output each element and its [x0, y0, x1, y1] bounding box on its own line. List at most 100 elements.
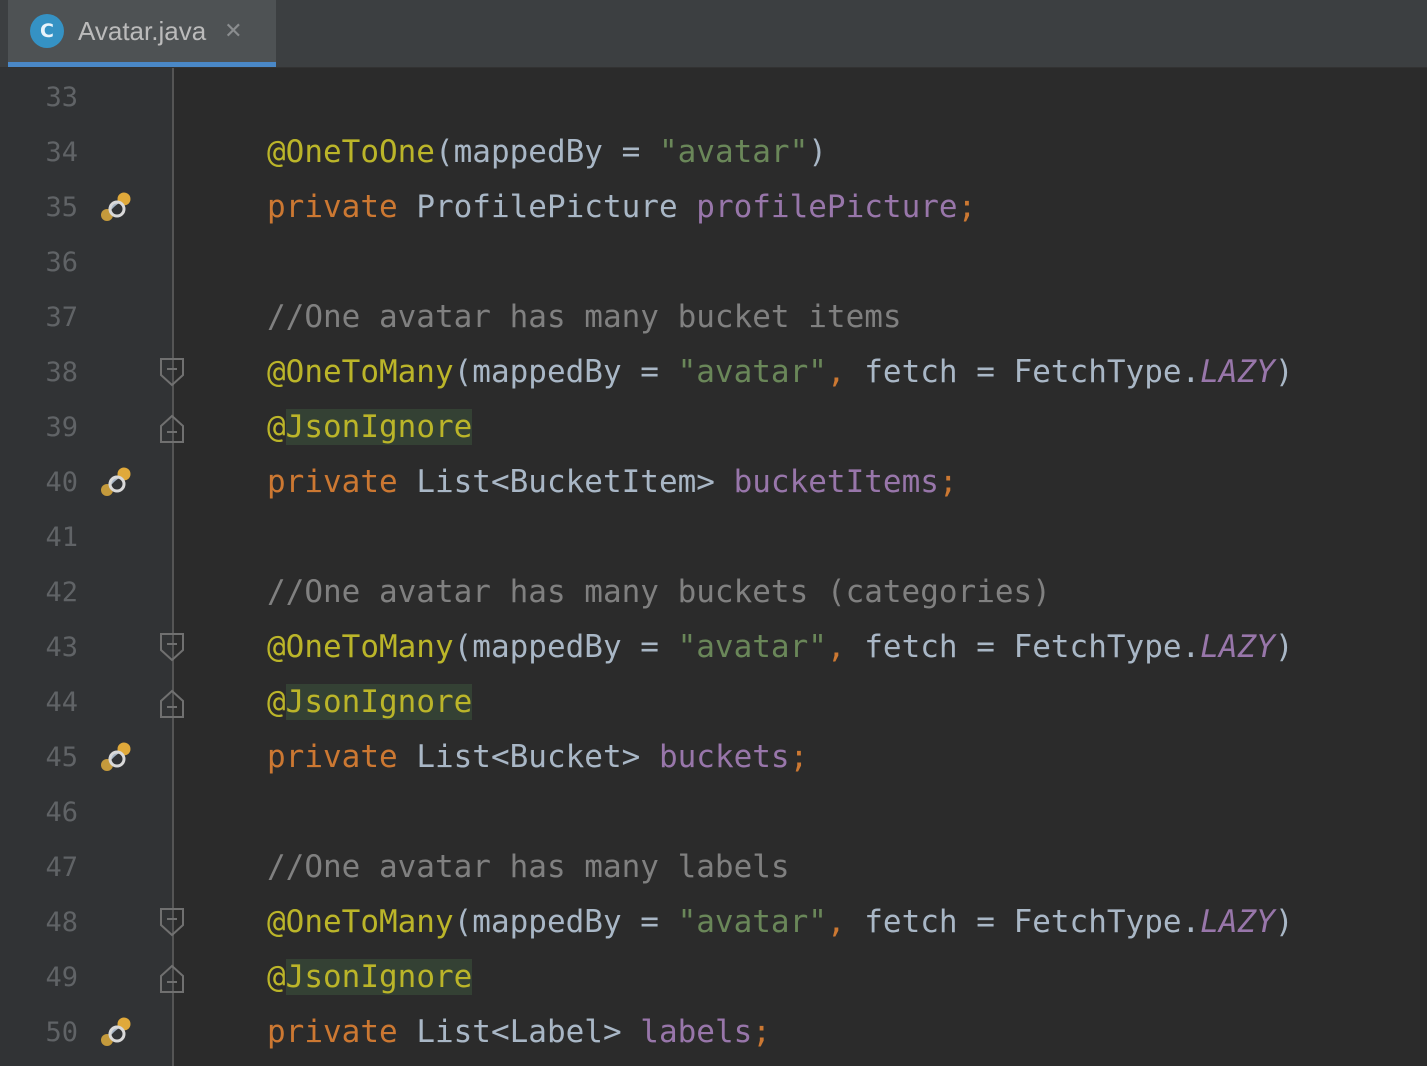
type-token: List<Bucket>: [397, 739, 659, 775]
close-icon[interactable]: ✕: [224, 19, 242, 44]
code-line[interactable]: 47 //One avatar has many labels: [0, 840, 1427, 895]
keyword-token: private: [267, 739, 398, 775]
fold-start-icon[interactable]: [158, 345, 186, 400]
editor-tab-bar: C Avatar.java ✕: [0, 0, 1427, 68]
field-token: bucketItems: [733, 464, 939, 500]
string-token: "avatar": [677, 904, 827, 940]
type-token: ProfilePicture: [397, 189, 697, 225]
annotation-token-highlighted: JsonIgnore: [285, 409, 473, 445]
relation-icon[interactable]: [100, 1005, 136, 1060]
constant-token: LAZY: [1200, 629, 1275, 665]
punctuation-token: ,: [826, 629, 846, 665]
code-editor[interactable]: 33 34 @OneToOne(mappedBy = "avatar") 35 priv…: [0, 68, 1427, 1066]
comment-token: //One avatar has many labels: [267, 849, 790, 885]
code-line[interactable]: 41: [0, 510, 1427, 565]
code-line[interactable]: 37 //One avatar has many bucket items: [0, 290, 1427, 345]
punctuation-token: ;: [789, 739, 809, 775]
line-number: 42: [45, 577, 78, 608]
code-line[interactable]: 39 @JsonIgnore: [0, 400, 1427, 455]
punctuation-token: ): [1274, 354, 1294, 390]
plain-token: (mappedBy =: [453, 629, 678, 665]
line-number: 48: [45, 907, 78, 938]
line-number: 36: [45, 247, 78, 278]
annotation-token: @: [267, 959, 286, 995]
line-number: 40: [45, 467, 78, 498]
code-line[interactable]: 40 private List<BucketItem> bucketItems;: [0, 455, 1427, 510]
string-token: "avatar": [677, 354, 827, 390]
relation-icon[interactable]: [100, 180, 136, 235]
punctuation-token: ,: [826, 354, 846, 390]
code-line[interactable]: 48 @OneToMany(mappedBy = "avatar", fetch …: [0, 895, 1427, 950]
fold-start-icon[interactable]: [158, 895, 186, 950]
plain-token: (mappedBy =: [434, 134, 659, 170]
relation-icon[interactable]: [100, 455, 136, 510]
code-line[interactable]: 50 private List<Label> labels;: [0, 1005, 1427, 1060]
code-line[interactable]: 43 @OneToMany(mappedBy = "avatar", fetch …: [0, 620, 1427, 675]
field-token: profilePicture: [696, 189, 958, 225]
code-line[interactable]: 35 private ProfilePicture profilePicture;: [0, 180, 1427, 235]
type-token: List<Label>: [397, 1014, 641, 1050]
punctuation-token: ;: [938, 464, 958, 500]
field-token: buckets: [658, 739, 790, 775]
code-line[interactable]: 44 @JsonIgnore: [0, 675, 1427, 730]
code-text: @OneToMany(mappedBy = "avatar", fetch = …: [267, 345, 1294, 400]
fold-start-icon[interactable]: [158, 620, 186, 675]
code-line[interactable]: 45 private List<Bucket> buckets;: [0, 730, 1427, 785]
annotation-token-highlighted: JsonIgnore: [285, 959, 473, 995]
code-line[interactable]: 36: [0, 235, 1427, 290]
code-line[interactable]: 33: [0, 70, 1427, 125]
line-number: 38: [45, 357, 78, 388]
punctuation-token: ): [808, 134, 827, 170]
line-number: 43: [45, 632, 78, 663]
field-token: labels: [640, 1014, 753, 1050]
line-number: 50: [45, 1017, 78, 1048]
punctuation-token: ,: [826, 904, 846, 940]
annotation-token: @OneToMany: [267, 629, 454, 665]
line-number: 37: [45, 302, 78, 333]
plain-token: fetch = FetchType.: [845, 904, 1201, 940]
line-number: 49: [45, 962, 78, 993]
code-text: //One avatar has many buckets (categorie…: [267, 565, 1051, 620]
fold-end-icon[interactable]: [158, 675, 186, 730]
code-text: private List<BucketItem> bucketItems;: [267, 455, 958, 510]
code-text: @OneToMany(mappedBy = "avatar", fetch = …: [267, 895, 1294, 950]
code-text: @OneToMany(mappedBy = "avatar", fetch = …: [267, 620, 1294, 675]
line-number: 44: [45, 687, 78, 718]
punctuation-token: ): [1274, 629, 1294, 665]
comment-token: //One avatar has many bucket items: [267, 299, 902, 335]
keyword-token: private: [267, 189, 398, 225]
annotation-token: @: [267, 684, 286, 720]
line-number: 45: [45, 742, 78, 773]
code-line[interactable]: 46: [0, 785, 1427, 840]
tab-avatar-java[interactable]: C Avatar.java ✕: [8, 0, 276, 67]
java-class-icon: C: [30, 14, 64, 48]
annotation-token: @OneToMany: [267, 354, 454, 390]
fold-end-icon[interactable]: [158, 400, 186, 455]
annotation-token-highlighted: JsonIgnore: [285, 684, 473, 720]
tab-label: Avatar.java: [78, 15, 207, 46]
relation-icon[interactable]: [100, 730, 136, 785]
line-number: 39: [45, 412, 78, 443]
plain-token: fetch = FetchType.: [845, 354, 1201, 390]
code-line[interactable]: 34 @OneToOne(mappedBy = "avatar"): [0, 125, 1427, 180]
code-text: @JsonIgnore: [267, 400, 473, 455]
constant-token: LAZY: [1200, 904, 1275, 940]
fold-end-icon[interactable]: [158, 950, 186, 1005]
comment-token: //One avatar has many buckets (categorie…: [267, 574, 1051, 610]
keyword-token: private: [267, 1014, 398, 1050]
line-number: 35: [45, 192, 78, 223]
line-number: 46: [45, 797, 78, 828]
code-text: @OneToOne(mappedBy = "avatar"): [267, 125, 827, 180]
keyword-token: private: [267, 464, 398, 500]
plain-token: (mappedBy =: [453, 354, 678, 390]
code-line[interactable]: 42 //One avatar has many buckets (categor…: [0, 565, 1427, 620]
punctuation-token: ;: [957, 189, 977, 225]
annotation-token: @OneToOne: [267, 134, 435, 170]
code-line[interactable]: 49 @JsonIgnore: [0, 950, 1427, 1005]
code-text: //One avatar has many labels: [267, 840, 790, 895]
annotation-token: @: [267, 409, 286, 445]
code-line[interactable]: 38 @OneToMany(mappedBy = "avatar", fetch …: [0, 345, 1427, 400]
string-token: "avatar": [658, 134, 809, 170]
code-text: private List<Bucket> buckets;: [267, 730, 808, 785]
constant-token: LAZY: [1200, 354, 1275, 390]
